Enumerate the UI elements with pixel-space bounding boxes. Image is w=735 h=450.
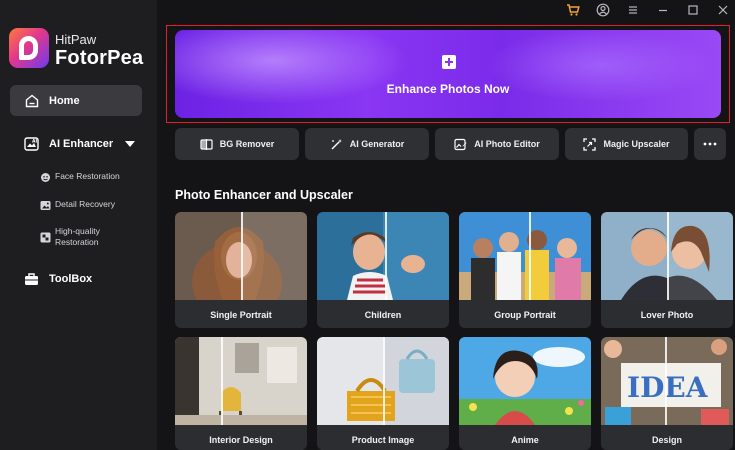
svg-text:AI: AI <box>32 139 37 145</box>
sidebar-subitem-label: Face Restoration <box>55 171 120 181</box>
photo-edit-icon <box>454 138 467 150</box>
card-label: Group Portrait <box>494 310 556 320</box>
card-label: Lover Photo <box>640 310 694 320</box>
sidebar-item-home[interactable]: Home <box>10 85 142 116</box>
card-group-portrait[interactable]: Group Portrait <box>459 212 591 328</box>
sidebar: HitPaw FotorPea Home AI AI Enhancer Face… <box>0 0 157 450</box>
account-icon[interactable] <box>596 3 610 17</box>
before-after-divider <box>385 212 387 300</box>
before-after-divider <box>667 212 669 300</box>
svg-text:IDEA: IDEA <box>627 371 709 404</box>
sidebar-item-label: ToolBox <box>49 273 93 285</box>
card-label: Anime <box>511 435 539 445</box>
minimize-icon[interactable] <box>656 3 670 17</box>
sidebar-subitem-detail-recovery[interactable]: Detail Recovery <box>40 199 115 211</box>
bg-remover-icon <box>200 138 213 150</box>
card-label: Children <box>364 310 402 320</box>
toolbox-icon <box>25 273 38 285</box>
sidebar-subitem-label: High-quality Restoration <box>55 226 100 247</box>
sidebar-item-ai-enhancer[interactable]: AI AI Enhancer <box>10 133 142 155</box>
card-label: Product Image <box>351 435 415 445</box>
card-thumbnail: IDEA <box>601 337 733 425</box>
before-after-divider <box>383 337 385 425</box>
sidebar-subitem-face-restoration[interactable]: Face Restoration <box>40 171 120 183</box>
close-icon[interactable] <box>716 3 730 17</box>
caret-down-icon[interactable] <box>125 141 136 147</box>
card-design[interactable]: IDEA Design <box>601 337 733 450</box>
enhance-photos-now-button[interactable]: Enhance Photos Now <box>175 30 721 118</box>
card-thumbnail <box>459 337 591 425</box>
face-icon <box>41 173 50 182</box>
card-children[interactable]: Children <box>317 212 449 328</box>
bg-remover-button[interactable]: BG Remover <box>175 128 299 160</box>
ai-generator-button[interactable]: AI Generator <box>305 128 429 160</box>
picture-icon <box>40 201 51 210</box>
before-after-divider <box>221 337 223 425</box>
magic-upscaler-button[interactable]: Magic Upscaler <box>565 128 688 160</box>
card-thumbnail <box>459 212 591 300</box>
home-icon <box>25 94 39 107</box>
brand-name-top: HitPaw <box>55 32 97 47</box>
wand-icon <box>331 138 342 149</box>
more-tools-button[interactable] <box>694 128 726 160</box>
tool-label: AI Photo Editor <box>474 139 540 149</box>
ai-photo-editor-button[interactable]: AI Photo Editor <box>435 128 559 160</box>
sidebar-item-toolbox[interactable]: ToolBox <box>10 268 142 290</box>
sidebar-item-label: Home <box>49 94 80 107</box>
maximize-icon[interactable] <box>686 3 700 17</box>
tool-label: AI Generator <box>349 139 405 149</box>
plus-icon <box>442 55 456 69</box>
cart-icon[interactable] <box>566 3 580 17</box>
restore-icon <box>40 232 51 243</box>
menu-icon[interactable] <box>626 3 640 17</box>
card-label: Interior Design <box>209 435 273 445</box>
before-after-divider <box>665 337 667 425</box>
hero-label: Enhance Photos Now <box>386 82 510 96</box>
brand-name-main: FotorPea <box>55 47 144 69</box>
app-logo-icon <box>9 28 49 68</box>
more-icon <box>703 142 717 146</box>
card-product-image[interactable]: Product Image <box>317 337 449 450</box>
tool-label: BG Remover <box>219 139 275 149</box>
sidebar-subitem-label: Detail Recovery <box>55 199 115 209</box>
card-thumbnail <box>175 337 307 425</box>
card-anime[interactable]: Anime <box>459 337 591 450</box>
before-after-divider <box>529 212 531 300</box>
card-single-portrait[interactable]: Single Portrait <box>175 212 307 328</box>
tool-label: Magic Upscaler <box>603 139 670 149</box>
card-lover-photo[interactable]: Lover Photo <box>601 212 733 328</box>
sidebar-item-label: AI Enhancer <box>49 138 114 150</box>
ai-image-icon: AI <box>24 137 39 151</box>
card-label: Single Portrait <box>210 310 272 320</box>
before-after-divider <box>241 212 243 300</box>
card-interior-design[interactable]: Interior Design <box>175 337 307 450</box>
upscale-icon <box>583 137 597 151</box>
card-thumbnail <box>317 212 449 300</box>
card-label: Design <box>651 435 682 445</box>
section-title: Photo Enhancer and Upscaler <box>175 188 353 202</box>
sidebar-subitem-high-quality-restoration[interactable]: High-quality Restoration <box>40 226 100 248</box>
